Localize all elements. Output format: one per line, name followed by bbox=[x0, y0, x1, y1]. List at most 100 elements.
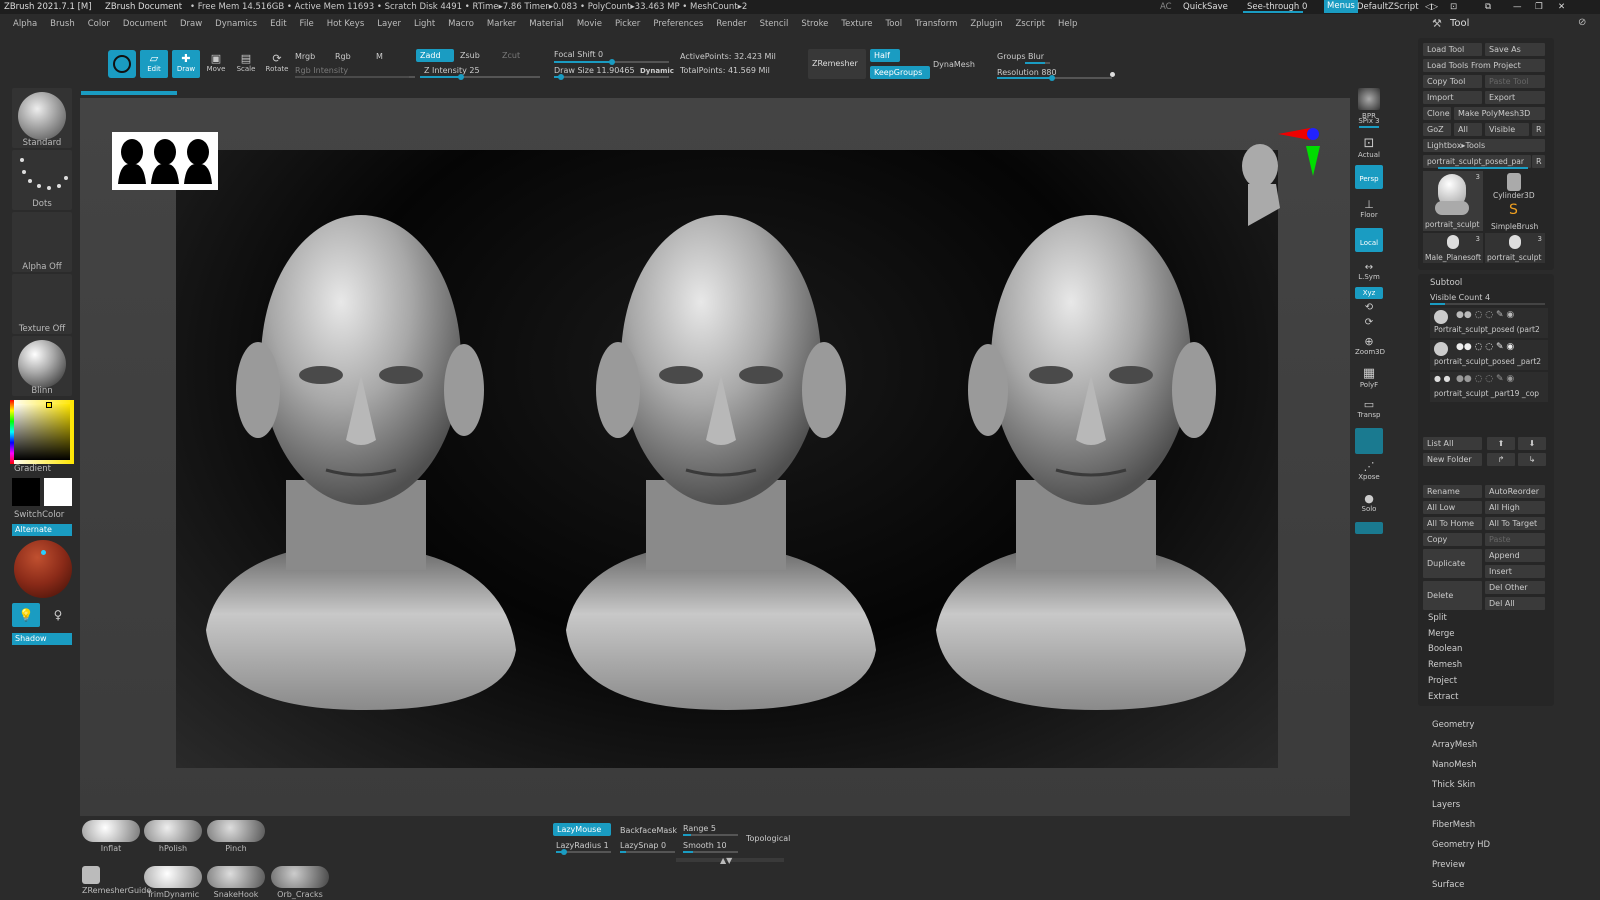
goz-r-button[interactable]: R bbox=[1532, 123, 1545, 136]
del-other-button[interactable]: Del Other bbox=[1485, 581, 1545, 594]
dynamic-toggle[interactable]: Dynamic bbox=[640, 67, 674, 75]
light-sphere[interactable] bbox=[14, 540, 72, 598]
move-button[interactable]: ▣ Move bbox=[202, 50, 230, 78]
menu-transform[interactable]: Transform bbox=[915, 16, 957, 32]
subtool-item-3[interactable]: ● ● ●● ◌ ◌ ✎ ◉ portrait_sculpt _part19 _… bbox=[1430, 372, 1548, 402]
xyz-button[interactable]: Xyz bbox=[1355, 287, 1383, 299]
zremesherguide-brush[interactable]: ZRemesherGuide bbox=[82, 866, 151, 895]
switchcolor-button[interactable]: SwitchColor bbox=[0, 510, 70, 520]
main-color-swatch[interactable] bbox=[12, 478, 40, 506]
menu-picker[interactable]: Picker bbox=[615, 16, 640, 32]
range-slider-bar[interactable] bbox=[683, 834, 738, 836]
insert-button[interactable]: Insert bbox=[1485, 565, 1545, 578]
inflat-brush[interactable]: Inflat bbox=[82, 820, 140, 853]
backfacemask-toggle[interactable]: BackfaceMask bbox=[620, 826, 677, 835]
all-low-button[interactable]: All Low bbox=[1423, 501, 1482, 514]
rgb-intensity-slider[interactable] bbox=[295, 76, 415, 78]
blur-slider-bar[interactable] bbox=[1025, 62, 1050, 64]
close-icon[interactable]: ✕ bbox=[1558, 2, 1565, 12]
palette-nanomesh[interactable]: NanoMesh bbox=[1432, 760, 1477, 770]
autoreorder-button[interactable]: AutoReorder bbox=[1485, 485, 1545, 498]
menus-toggle[interactable]: Menus bbox=[1324, 0, 1358, 13]
load-tool-button[interactable]: Load Tool bbox=[1423, 43, 1482, 56]
new-folder-button[interactable]: New Folder bbox=[1423, 453, 1482, 466]
copy-tool-button[interactable]: Copy Tool bbox=[1423, 75, 1482, 88]
lightbox-tools-button[interactable]: Lightbox▸Tools bbox=[1423, 139, 1545, 152]
export-button[interactable]: Export bbox=[1485, 91, 1545, 104]
floor-button[interactable]: ⊥ Floor bbox=[1355, 198, 1383, 219]
menu-stencil[interactable]: Stencil bbox=[760, 16, 789, 32]
groups-toggle[interactable]: Groups bbox=[997, 52, 1026, 61]
menu-edit[interactable]: Edit bbox=[270, 16, 286, 32]
arrow-back-icon[interactable]: ↳ bbox=[1518, 453, 1546, 466]
menu-file[interactable]: File bbox=[300, 16, 314, 32]
hpolish-brush[interactable]: hPolish bbox=[144, 820, 202, 853]
see-through-bar[interactable] bbox=[1243, 11, 1303, 13]
goz-button[interactable]: GoZ bbox=[1423, 123, 1451, 136]
local-button[interactable]: Local bbox=[1355, 228, 1383, 252]
tool-thumb-simplebrush[interactable]: S SimpleBrush bbox=[1485, 202, 1545, 232]
draw-size-slider[interactable] bbox=[554, 74, 669, 80]
palette-surface[interactable]: Surface bbox=[1432, 880, 1464, 890]
menu-movie[interactable]: Movie bbox=[577, 16, 602, 32]
topological-toggle[interactable]: Topological bbox=[746, 834, 790, 843]
menu-hot-keys[interactable]: Hot Keys bbox=[327, 16, 364, 32]
rotate-button[interactable]: ⟳ Rotate bbox=[262, 50, 292, 78]
subtool-section-extract[interactable]: Extract bbox=[1428, 692, 1458, 702]
focal-shift-label[interactable]: Focal Shift 0 bbox=[554, 50, 603, 59]
z-axis-ball[interactable] bbox=[1307, 128, 1319, 140]
bpr-button[interactable]: BPR bbox=[1355, 88, 1383, 120]
menu-marker[interactable]: Marker bbox=[487, 16, 516, 32]
orb-cracks-brush[interactable]: Orb_Cracks bbox=[271, 866, 329, 899]
window-icon[interactable]: ⧉ bbox=[1485, 2, 1491, 12]
zoom3d-button[interactable]: ⊕ Zoom3D bbox=[1355, 335, 1385, 356]
menu-light[interactable]: Light bbox=[414, 16, 435, 32]
palette-thick-skin[interactable]: Thick Skin bbox=[1432, 780, 1475, 790]
menu-zplugin[interactable]: Zplugin bbox=[970, 16, 1002, 32]
expand-shelf-icon[interactable]: ▲▼ bbox=[720, 856, 732, 865]
paste-button[interactable]: Paste bbox=[1485, 533, 1545, 546]
paste-tool-button[interactable]: Paste Tool bbox=[1485, 75, 1545, 88]
palette-geometry[interactable]: Geometry bbox=[1432, 720, 1474, 730]
menu-macro[interactable]: Macro bbox=[448, 16, 474, 32]
all-to-target-button[interactable]: All To Target bbox=[1485, 517, 1545, 530]
bust-right[interactable] bbox=[936, 215, 1246, 710]
gradient-label[interactable]: Gradient bbox=[0, 464, 64, 474]
tool-slider[interactable] bbox=[1438, 167, 1528, 169]
menu-draw[interactable]: Draw bbox=[180, 16, 202, 32]
smooth-slider[interactable]: Smooth 10 bbox=[683, 841, 727, 850]
import-button[interactable]: Import bbox=[1423, 91, 1482, 104]
polyf-button[interactable]: ▦ PolyF bbox=[1355, 366, 1383, 389]
polypaint-toggles[interactable]: ●● ◌ ◌ ✎ ◉ bbox=[1456, 342, 1514, 352]
snakehook-brush[interactable]: SnakeHook bbox=[207, 866, 265, 899]
menu-stroke[interactable]: Stroke bbox=[801, 16, 828, 32]
goz-visible-button[interactable]: Visible bbox=[1485, 123, 1529, 136]
lazymouse-toggle[interactable]: LazyMouse bbox=[553, 823, 611, 836]
default-zscript-button[interactable]: DefaultZScript bbox=[1357, 2, 1419, 12]
xpose-button[interactable]: ⋰ Xpose bbox=[1355, 460, 1383, 481]
quicksave-button[interactable]: QuickSave bbox=[1183, 2, 1228, 12]
menu-color[interactable]: Color bbox=[88, 16, 110, 32]
goz-all-button[interactable]: All bbox=[1454, 123, 1482, 136]
menu-help[interactable]: Help bbox=[1058, 16, 1077, 32]
lazyradius-slider-bar[interactable] bbox=[556, 849, 611, 855]
sculpt-viewport[interactable] bbox=[176, 150, 1278, 768]
blur-slider[interactable]: Blur bbox=[1028, 52, 1044, 61]
bust-left[interactable] bbox=[206, 215, 516, 710]
smooth-slider-bar[interactable] bbox=[683, 851, 738, 853]
lazysnap-slider-bar[interactable] bbox=[620, 851, 675, 853]
resolution-label[interactable]: Resolution 880 bbox=[997, 68, 1057, 77]
light-bulb-on-icon[interactable]: 💡 bbox=[12, 603, 40, 627]
copy-button[interactable]: Copy bbox=[1423, 533, 1482, 546]
menu-alpha[interactable]: Alpha bbox=[13, 16, 37, 32]
rotate-y-icon[interactable]: ⟲ bbox=[1355, 302, 1383, 313]
subtool-section-remesh[interactable]: Remesh bbox=[1428, 660, 1462, 670]
make-polymesh3d-button[interactable]: Make PolyMesh3D bbox=[1454, 107, 1545, 120]
del-all-button[interactable]: Del All bbox=[1485, 597, 1545, 610]
minimize-icon[interactable]: — bbox=[1513, 2, 1522, 12]
subtool-section-split[interactable]: Split bbox=[1428, 613, 1447, 623]
light-position-dot[interactable] bbox=[41, 550, 46, 555]
edit-button[interactable]: ▱ Edit bbox=[140, 50, 168, 78]
color-picker[interactable] bbox=[10, 400, 74, 464]
load-tools-from-project-button[interactable]: Load Tools From Project bbox=[1423, 59, 1545, 72]
